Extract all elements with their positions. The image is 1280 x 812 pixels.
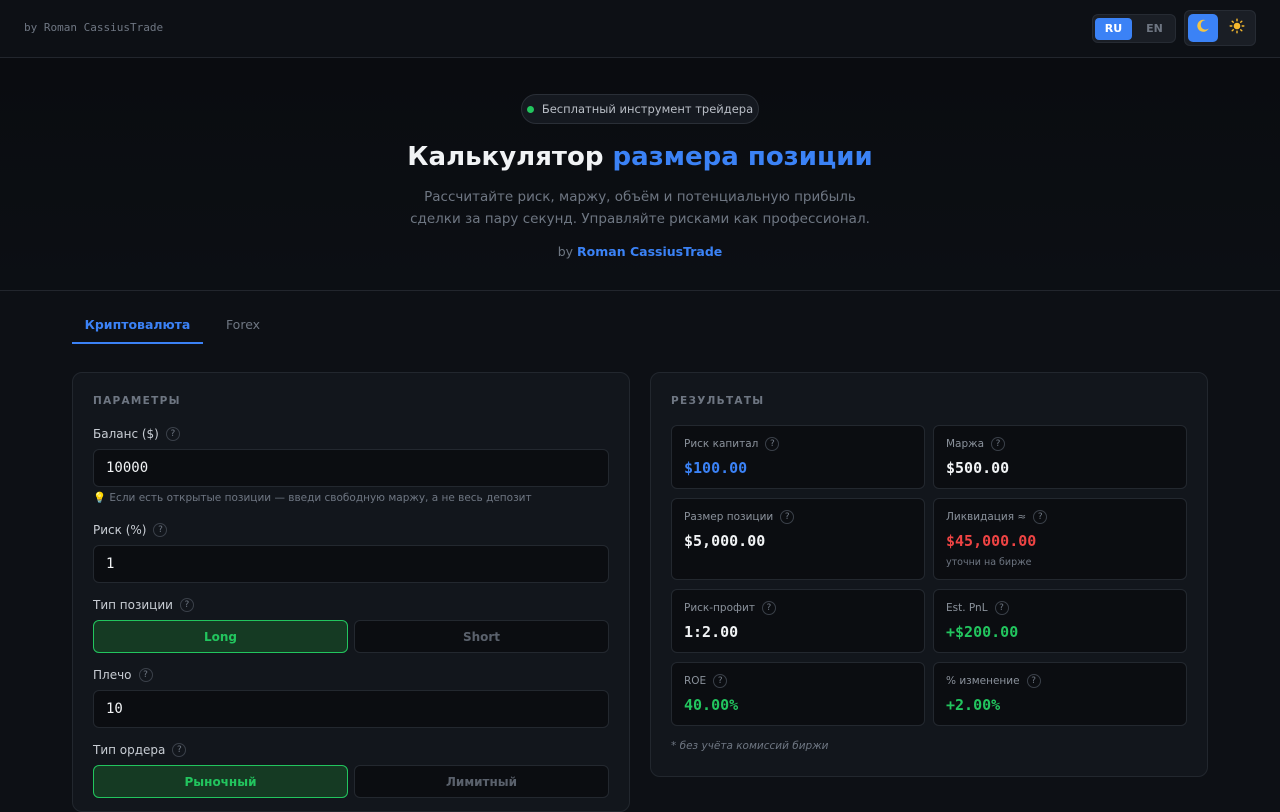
brand-label: by Roman CassiusTrade: [24, 21, 164, 34]
risk-label: Риск (%) ?: [93, 523, 168, 537]
status-dot-icon: [526, 105, 534, 113]
long-button[interactable]: Long: [93, 620, 348, 653]
top-bar: by Roman CassiusTrade RU EN: [0, 0, 1280, 58]
free-tool-badge: Бесплатный инструмент трейдера: [521, 94, 759, 124]
est-pnl-value: +$200.00: [946, 623, 1019, 641]
help-icon[interactable]: ?: [780, 510, 795, 524]
light-theme-button[interactable]: [1222, 14, 1252, 42]
help-icon[interactable]: ?: [994, 601, 1009, 615]
position-size-value: $5,000.00: [684, 532, 766, 550]
risk-input[interactable]: [93, 545, 609, 583]
help-icon[interactable]: ?: [765, 437, 780, 451]
roe-card: ROE? 40.00%: [671, 662, 925, 726]
risk-reward-card: Риск-профит? 1:2.00: [671, 589, 925, 653]
help-icon[interactable]: ?: [165, 427, 180, 441]
help-icon[interactable]: ?: [153, 523, 168, 537]
order-type-label-text: Тип ордера: [93, 743, 166, 757]
leverage-label-text: Плечо: [93, 668, 132, 682]
help-icon[interactable]: ?: [713, 674, 728, 688]
position-size-label: Размер позиции?: [684, 510, 795, 524]
tab-forex[interactable]: Forex: [203, 310, 283, 344]
leverage-input[interactable]: [93, 690, 609, 728]
results-panel: РЕЗУЛЬТАТЫ Риск капитал? $100.00 Маржа? …: [650, 372, 1208, 777]
margin-label: Маржа?: [946, 437, 1006, 451]
market-tabs: Криптовалюта Forex: [72, 310, 283, 344]
help-icon[interactable]: ?: [761, 601, 776, 615]
est-pnl-label: Est. PnL?: [946, 601, 1009, 615]
price-change-label: % изменение?: [946, 674, 1041, 688]
limit-order-button[interactable]: Лимитный: [354, 765, 609, 798]
risk-reward-label: Риск-профит?: [684, 601, 776, 615]
results-heading: РЕЗУЛЬТАТЫ: [671, 395, 765, 407]
balance-label: Баланс ($) ?: [93, 427, 180, 441]
hero-section: Бесплатный инструмент трейдера Калькулят…: [0, 58, 1280, 291]
market-order-button[interactable]: Рыночный: [93, 765, 348, 798]
order-type-toggle: Рыночный Лимитный: [93, 765, 609, 798]
page-subtitle: Рассчитайте риск, маржу, объём и потенци…: [410, 189, 870, 227]
help-icon[interactable]: ?: [138, 668, 153, 682]
balance-input[interactable]: [93, 449, 609, 487]
author-prefix: by: [557, 244, 578, 259]
order-type-label: Тип ордера ?: [93, 743, 187, 757]
margin-card: Маржа? $500.00: [933, 425, 1187, 489]
help-icon[interactable]: ?: [1033, 510, 1048, 524]
help-icon[interactable]: ?: [1026, 674, 1041, 688]
theme-switch: [1184, 10, 1256, 46]
sun-icon: [1229, 18, 1245, 38]
parameters-heading: ПАРАМЕТРЫ: [93, 395, 181, 407]
position-type-label: Тип позиции ?: [93, 598, 194, 612]
price-change-value: +2.00%: [946, 696, 1001, 714]
liquidation-value: $45,000.00: [946, 532, 1037, 550]
leverage-label: Плечо ?: [93, 668, 153, 682]
title-accent: размера позиции: [612, 142, 873, 172]
short-button[interactable]: Short: [354, 620, 609, 653]
help-icon[interactable]: ?: [179, 598, 194, 612]
position-type-label-text: Тип позиции: [93, 598, 173, 612]
help-icon[interactable]: ?: [991, 437, 1006, 451]
lang-en-button[interactable]: EN: [1136, 18, 1173, 40]
est-pnl-card: Est. PnL? +$200.00: [933, 589, 1187, 653]
dark-theme-button[interactable]: [1188, 14, 1218, 42]
risk-label-text: Риск (%): [93, 523, 147, 537]
risk-capital-value: $100.00: [684, 459, 748, 477]
commission-footnote: * без учёта комиссий биржи: [671, 740, 829, 752]
risk-reward-value: 1:2.00: [684, 623, 739, 641]
parameters-panel: ПАРАМЕТРЫ Баланс ($) ? 💡 Если есть откры…: [72, 372, 630, 812]
roe-label: ROE?: [684, 674, 728, 688]
roe-value: 40.00%: [684, 696, 739, 714]
margin-value: $500.00: [946, 459, 1010, 477]
page-title: Калькулятор размера позиции: [0, 142, 1280, 172]
badge-text: Бесплатный инструмент трейдера: [541, 102, 754, 116]
language-switch: RU EN: [1092, 14, 1176, 43]
balance-label-text: Баланс ($): [93, 427, 159, 441]
balance-hint: 💡 Если есть открытые позиции — введи сво…: [93, 492, 532, 504]
help-icon[interactable]: ?: [172, 743, 187, 757]
liquidation-label: Ликвидация ≈?: [946, 510, 1048, 524]
author-link[interactable]: Roman CassiusTrade: [577, 244, 722, 259]
risk-capital-label: Риск капитал?: [684, 437, 780, 451]
liquidation-note: уточни на бирже: [946, 557, 1032, 568]
position-type-toggle: Long Short: [93, 620, 609, 653]
liquidation-card: Ликвидация ≈? $45,000.00 уточни на бирже: [933, 498, 1187, 580]
price-change-card: % изменение? +2.00%: [933, 662, 1187, 726]
title-main: Калькулятор: [407, 142, 613, 172]
position-size-card: Размер позиции? $5,000.00: [671, 498, 925, 580]
lang-ru-button[interactable]: RU: [1095, 17, 1132, 40]
risk-capital-card: Риск капитал? $100.00: [671, 425, 925, 489]
moon-icon: [1195, 18, 1211, 38]
author-line: by Roman CassiusTrade: [0, 244, 1280, 259]
tab-crypto[interactable]: Криптовалюта: [72, 310, 203, 344]
